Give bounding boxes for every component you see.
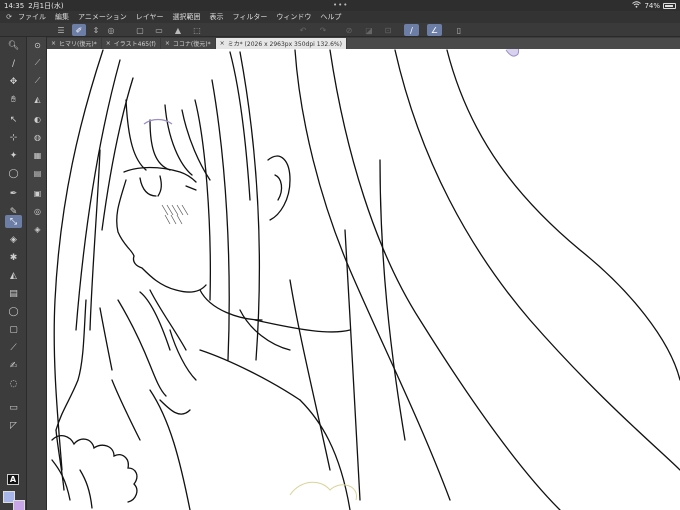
menu-view[interactable]: 表示 — [210, 12, 224, 22]
blend-icon[interactable]: ✱ — [5, 251, 22, 264]
layer-move-icon[interactable]: ⊹ — [5, 131, 22, 144]
pen-icon[interactable]: ✒ — [5, 187, 22, 200]
stepper-icon[interactable]: ⇕ — [89, 24, 103, 36]
menu-toggle-icon[interactable]: ☰ — [54, 24, 68, 36]
menu-layer[interactable]: レイヤー — [136, 12, 164, 22]
tab-mika[interactable]: × ミカ* (2026 x 2963px 350dpi 132.6%) — [215, 38, 347, 49]
edit-pen-icon[interactable]: ✐ — [72, 24, 86, 36]
balloon-icon[interactable]: ◌ — [5, 377, 22, 390]
battery-percent: 74% — [644, 1, 660, 10]
navigator-icon[interactable]: ⊙ — [30, 39, 45, 51]
tab-label: ヒマリ(復元)* — [59, 41, 97, 48]
app-logo-icon[interactable]: ⟳ — [0, 11, 18, 23]
magic-wand-icon[interactable]: ✦ — [5, 149, 22, 162]
menu-edit[interactable]: 編集 — [55, 12, 69, 22]
redo-icon[interactable]: ↷ — [316, 24, 330, 36]
move-icon[interactable]: ✥ — [5, 75, 22, 88]
tab-label: イラスト465(f) — [113, 41, 156, 48]
shape-icon[interactable]: ◯ — [5, 305, 22, 318]
layers-icon[interactable]: ◈ — [30, 223, 45, 235]
frame-icon[interactable]: ▢ — [5, 323, 22, 336]
close-icon[interactable]: × — [106, 40, 111, 47]
save-icon[interactable]: ▲ — [171, 24, 185, 36]
menu-bar: ⟳ ファイル 編集 アニメーション レイヤー 選択範囲 表示 フィルター ウィン… — [0, 11, 680, 23]
menu-selection[interactable]: 選択範囲 — [173, 12, 201, 22]
material-icon[interactable]: ▣ — [30, 187, 45, 199]
operation-icon[interactable]: ↖ — [5, 113, 22, 126]
tab-label: ココナ(復元)* — [172, 41, 211, 48]
correct-line-icon[interactable]: ▭ — [5, 401, 22, 414]
transform-icon[interactable]: ⊡ — [381, 24, 395, 36]
close-icon[interactable]: × — [165, 40, 170, 47]
stabilizer-icon[interactable]: ∕ — [404, 24, 419, 36]
history-icon[interactable]: ▤ — [30, 167, 45, 179]
close-icon[interactable]: × — [51, 40, 56, 47]
fill-icon[interactable]: ◪ — [362, 24, 376, 36]
text-color-button[interactable]: A — [7, 474, 19, 485]
gradient-icon[interactable]: ▤ — [5, 287, 22, 300]
layer-search-icon[interactable]: ◎ — [30, 205, 45, 217]
status-right: 74% — [632, 1, 676, 10]
lasso-icon[interactable]: ◯ — [5, 167, 22, 180]
text-tool-icon[interactable]: ✍ — [5, 359, 22, 372]
tab-label: ミカ* (2026 x 2963px 350dpi 132.6%) — [227, 41, 342, 48]
companion-icon[interactable]: ◎ — [104, 24, 118, 36]
hand-icon[interactable]: ✋︎ — [5, 93, 22, 106]
brush-size-icon[interactable]: ⟋ — [30, 57, 45, 69]
wifi-icon — [632, 1, 642, 10]
sub-tool-palette: ⊙ ⟋ ⟋ ◭ ◐ ◍ ▦ ▤ ▣ ◎ ◈ — [27, 37, 47, 510]
sub-tool-icon[interactable]: ⟋ — [30, 75, 45, 87]
droplet-icon[interactable]: ◍ — [30, 131, 45, 143]
ruler-snap-icon[interactable]: ∠ — [427, 24, 442, 36]
drawing-canvas[interactable] — [47, 49, 680, 510]
undo-icon[interactable]: ↶ — [296, 24, 310, 36]
menu-filter[interactable]: フィルター — [233, 12, 268, 22]
export-icon[interactable]: ⬚ — [190, 24, 204, 36]
device-icon[interactable]: ▯ — [452, 24, 466, 36]
menu-animation[interactable]: アニメーション — [78, 12, 127, 22]
menu-window[interactable]: ウィンドウ — [276, 12, 311, 22]
line-art — [51, 49, 680, 510]
status-date: 2月1日(水) — [28, 1, 64, 10]
layer-property-icon[interactable]: ▦ — [30, 149, 45, 161]
tool-palette: 🔍︎ ∕ ✥ ✋︎ ↖ ⊹ ✦ ◯ ✒ ✎ ⤡ ◈ ✱ ◭ ▤ ◯ ▢ ⟋ ✍ … — [0, 37, 27, 510]
clip-studio-window: 14:35 2月1日(水) ••• 74% ⟳ ファイル 編集 アニメーション … — [0, 0, 680, 510]
open-folder-icon[interactable]: ▭ — [152, 24, 166, 36]
clear-icon[interactable]: ⊘ — [342, 24, 356, 36]
document-tabs: × ヒマリ(復元)* × イラスト465(f) × ココナ(復元)* × ミカ* (20… — [47, 38, 680, 49]
battery-icon — [663, 2, 676, 9]
menu-file[interactable]: ファイル — [18, 12, 46, 22]
sub-color-swatch[interactable] — [13, 500, 25, 510]
fill-bucket-icon[interactable]: ◭ — [5, 269, 22, 282]
eraser-icon[interactable]: ◈ — [5, 233, 22, 246]
tab-illust465[interactable]: × イラスト465(f) — [101, 38, 161, 49]
eyedropper-icon[interactable]: ∕ — [5, 57, 22, 70]
new-file-icon[interactable]: ▢ — [133, 24, 147, 36]
tab-himari[interactable]: × ヒマリ(復元)* — [47, 38, 102, 49]
status-bar: 14:35 2月1日(水) ••• 74% — [0, 0, 680, 11]
color-wheel-icon[interactable]: ◐ — [30, 113, 45, 125]
close-icon[interactable]: × — [220, 40, 225, 47]
tab-kokona[interactable]: × ココナ(復元)* — [160, 38, 216, 49]
command-bar: ☰ ✐ ⇕ ◎ ▢ ▭ ▲ ⬚ ↶ ↷ ⊘ ◪ ⊡ ∕ ∠ ▯ — [0, 23, 680, 37]
status-time: 14:35 — [4, 1, 25, 10]
ruler-edit-icon[interactable]: ◸ — [5, 419, 22, 432]
brush-icon[interactable]: ⤡ — [5, 215, 22, 228]
ruler-icon[interactable]: ⟋ — [5, 341, 22, 354]
multitask-dots[interactable]: ••• — [333, 1, 348, 9]
zoom-icon[interactable]: 🔍︎ — [5, 39, 22, 52]
menu-help[interactable]: ヘルプ — [320, 12, 341, 22]
tool-property-icon[interactable]: ◭ — [30, 93, 45, 105]
